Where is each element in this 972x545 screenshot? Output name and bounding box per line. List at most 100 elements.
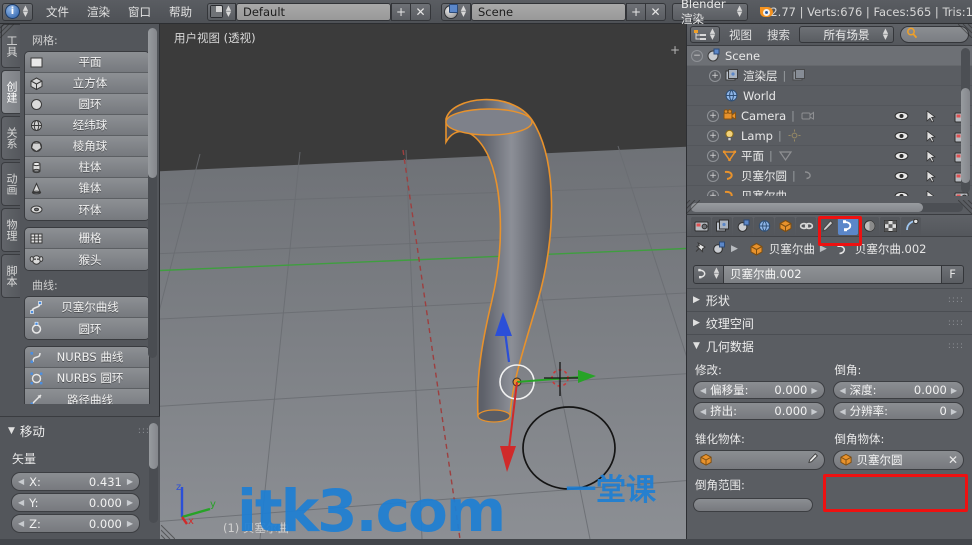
area-corner-grip[interactable]	[958, 24, 972, 38]
properties-tab-world[interactable]	[754, 217, 774, 235]
breadcrumb-object-name[interactable]: 贝塞尔曲	[769, 241, 815, 257]
viewport-expand-toggle[interactable]: +	[670, 46, 680, 56]
expand-icon[interactable]: +	[707, 130, 719, 142]
expand-icon[interactable]: +	[707, 190, 719, 197]
move-z-field[interactable]: ◀ Z: 0.000 ▶	[11, 514, 140, 533]
cursor-arrow-icon[interactable]	[923, 150, 939, 163]
add-monkey-button[interactable]: 猴头	[25, 249, 149, 270]
render-engine-selector[interactable]: Blender 渲染 ▲▼	[672, 3, 748, 21]
outliner-row-plane[interactable]: + 平面 |	[687, 146, 972, 166]
cursor-arrow-icon[interactable]	[923, 190, 939, 197]
move-x-field[interactable]: ◀ X: 0.431 ▶	[11, 472, 140, 491]
eye-icon[interactable]	[893, 171, 909, 181]
add-circle-button[interactable]: 圆环	[25, 94, 149, 115]
move-y-field[interactable]: ◀ Y: 0.000 ▶	[11, 493, 140, 512]
breadcrumb-scene-icon[interactable]	[712, 241, 726, 258]
menu-window[interactable]: 窗口	[119, 2, 160, 22]
properties-tab-texture[interactable]	[880, 217, 900, 235]
cursor-arrow-icon[interactable]	[923, 130, 939, 143]
outliner-row-camera[interactable]: + Camera |	[687, 106, 972, 126]
add-cone-button[interactable]: 锥体	[25, 178, 149, 199]
tool-shelf-scrollbar[interactable]	[148, 28, 157, 358]
add-uv-sphere-button[interactable]: 经纬球	[25, 115, 149, 136]
add-nurbs-curve-button[interactable]: NURBS 曲线	[25, 347, 149, 368]
add-plane-button[interactable]: 平面	[25, 52, 149, 73]
delete-layout-button[interactable]: ✕	[411, 3, 431, 21]
tab-create[interactable]: 创建	[1, 70, 20, 114]
eye-icon[interactable]	[893, 131, 909, 141]
expand-icon[interactable]: +	[707, 170, 719, 182]
fake-user-toggle[interactable]: F	[942, 265, 964, 284]
area-corner-grip[interactable]	[0, 24, 14, 38]
tab-physics[interactable]: 物理	[1, 208, 20, 252]
properties-tab-material[interactable]	[859, 217, 879, 235]
properties-tab-render-layers[interactable]	[712, 217, 732, 235]
offset-field[interactable]: ◀ 偏移量: 0.000 ▶	[693, 381, 825, 399]
properties-tab-physics[interactable]	[901, 217, 921, 235]
delete-scene-button[interactable]: ✕	[646, 3, 666, 21]
section-texture-space[interactable]: ▶ 纹理空间 ::::	[687, 311, 972, 334]
scene-name-field[interactable]: Scene	[471, 3, 626, 21]
section-shape[interactable]: ▶ 形状 ::::	[687, 288, 972, 311]
bevel-factor-start-field[interactable]	[693, 498, 813, 512]
collapse-icon[interactable]: −	[691, 50, 703, 62]
tab-relations[interactable]: 关系	[1, 116, 20, 160]
add-scene-button[interactable]: +	[626, 3, 646, 21]
bevel-depth-field[interactable]: ◀ 深度: 0.000 ▶	[833, 381, 965, 399]
properties-tab-object[interactable]	[775, 217, 795, 235]
tab-script[interactable]: 脚本	[1, 254, 20, 298]
scene-selector[interactable]: ▲▼	[441, 3, 471, 21]
cursor-arrow-icon[interactable]	[923, 110, 939, 123]
eye-icon[interactable]	[893, 111, 909, 121]
tab-animation[interactable]: 动画	[1, 162, 20, 206]
menu-file[interactable]: 文件	[37, 2, 78, 22]
outliner-row-bezier-curve[interactable]: + 贝塞尔曲	[687, 186, 972, 196]
eyedropper-icon[interactable]	[806, 452, 819, 468]
datablock-browse-button[interactable]: ▲▼	[693, 265, 724, 284]
add-bezier-circle-button[interactable]: 圆环	[25, 318, 149, 339]
pin-icon[interactable]	[693, 241, 707, 258]
cursor-arrow-icon[interactable]	[923, 170, 939, 183]
taper-object-field[interactable]	[693, 450, 825, 470]
outliner-scope-dropdown[interactable]: 所有场景 ▲▼	[799, 26, 894, 43]
properties-tab-scene[interactable]	[733, 217, 753, 235]
screen-layout-selector[interactable]: ▲▼	[207, 3, 236, 21]
properties-tab-curve-data[interactable]	[838, 217, 858, 235]
outliner-row-scene[interactable]: − Scene	[687, 46, 972, 66]
outliner-vertical-scrollbar[interactable]	[961, 48, 970, 193]
expand-icon[interactable]: +	[709, 70, 721, 82]
properties-tab-constraints[interactable]	[796, 217, 816, 235]
operator-panel-header[interactable]: ▼ 移动 ::::	[8, 421, 154, 440]
add-bezier-curve-button[interactable]: 贝塞尔曲线	[25, 297, 149, 318]
add-grid-button[interactable]: 栅格	[25, 228, 149, 249]
screen-layout-field[interactable]: Default	[236, 3, 391, 21]
menu-help[interactable]: 帮助	[160, 2, 201, 22]
section-geometry[interactable]: ▼ 几何数据 ::::	[687, 334, 972, 357]
add-torus-button[interactable]: 环体	[25, 199, 149, 220]
editor-type-selector-info[interactable]: i ▲▼	[2, 3, 33, 21]
3d-viewport[interactable]: 用户视图 (透视) + (1) 贝塞尔曲 y x z	[160, 24, 686, 539]
add-cylinder-button[interactable]: 柱体	[25, 157, 149, 178]
properties-tab-render[interactable]	[691, 217, 711, 235]
outliner-editor-type-selector[interactable]: ▲▼	[690, 26, 720, 43]
outliner-horizontal-scrollbar[interactable]	[691, 203, 963, 212]
extrude-field[interactable]: ◀ 挤出: 0.000 ▶	[693, 402, 825, 420]
add-path-curve-button[interactable]: 路径曲线	[25, 389, 149, 404]
bevel-object-field[interactable]: 贝塞尔圆 ✕	[833, 450, 965, 470]
bevel-resolution-field[interactable]: ◀ 分辨率: 0 ▶	[833, 402, 965, 420]
operator-panel-scrollbar[interactable]	[149, 423, 158, 523]
outliner-row-render-layers[interactable]: + 渲染层 |	[687, 66, 972, 86]
expand-icon[interactable]: +	[707, 110, 719, 122]
add-cube-button[interactable]: 立方体	[25, 73, 149, 94]
menu-render[interactable]: 渲染	[78, 2, 119, 22]
area-corner-grip[interactable]	[161, 525, 175, 539]
eye-icon[interactable]	[893, 191, 909, 196]
area-corner-grip[interactable]	[958, 200, 972, 214]
properties-tab-modifiers[interactable]	[817, 217, 837, 235]
outliner-menu-view[interactable]: 视图	[723, 25, 758, 45]
outliner-row-bezier-circle[interactable]: + 贝塞尔圆 |	[687, 166, 972, 186]
add-ico-sphere-button[interactable]: 棱角球	[25, 136, 149, 157]
outliner-row-lamp[interactable]: + Lamp |	[687, 126, 972, 146]
add-layout-button[interactable]: +	[391, 3, 411, 21]
breadcrumb-data-name[interactable]: 贝塞尔曲.002	[855, 241, 927, 257]
